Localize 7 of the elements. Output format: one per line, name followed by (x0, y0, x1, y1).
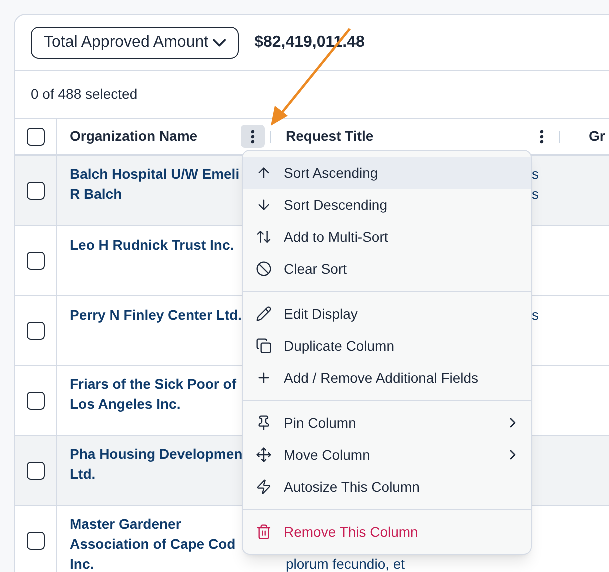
column-header: Request Title (286, 127, 374, 146)
selection-count: 0 of 488 selected (31, 85, 138, 104)
request-title-text: plorum fecundio, et (286, 556, 406, 572)
column-header: Gr (589, 127, 606, 146)
column-header: Organization Name (70, 127, 198, 146)
request-title-text: s s (532, 165, 539, 204)
request-title-text: s (532, 306, 539, 325)
